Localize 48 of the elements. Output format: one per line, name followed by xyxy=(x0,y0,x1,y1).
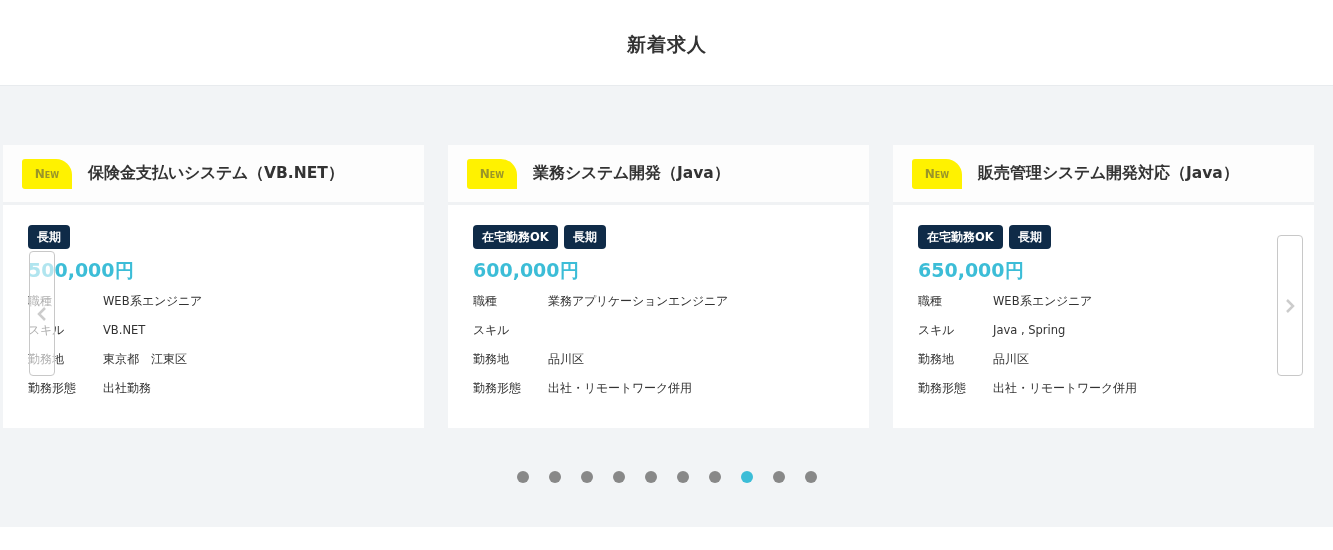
carousel-dot[interactable] xyxy=(612,471,625,483)
salary: 500,000円 xyxy=(28,258,135,283)
detail-value: 出社・リモートワーク併用 xyxy=(993,381,1137,396)
carousel-dot[interactable] xyxy=(548,471,561,483)
job-tag: 長期 xyxy=(563,225,606,249)
job-title[interactable]: 保険金支払いシステム（VB.NET） xyxy=(88,163,344,184)
carousel-dot[interactable] xyxy=(804,471,817,483)
detail-value: 品川区 xyxy=(993,352,1029,367)
detail-value: 出社勤務 xyxy=(103,381,151,396)
detail-label: スキル xyxy=(918,323,955,338)
detail-value: WEB系エンジニア xyxy=(103,294,202,309)
detail-label: 職種 xyxy=(473,294,498,309)
detail-value: WEB系エンジニア xyxy=(993,294,1092,309)
detail-label: 勤務形態 xyxy=(918,381,967,396)
detail-value: 出社・リモートワーク併用 xyxy=(548,381,692,396)
detail-value: VB.NET xyxy=(103,323,146,337)
salary: 650,000円 xyxy=(918,258,1025,283)
new-badge: New xyxy=(467,158,517,189)
detail-label: 職種 xyxy=(918,294,943,309)
carousel-dot[interactable] xyxy=(708,471,721,483)
chevron-right-icon xyxy=(1285,297,1295,314)
job-tag: 在宅勤務OK xyxy=(473,225,558,249)
detail-value: 業務アプリケーションエンジニア xyxy=(548,294,728,309)
detail-value: 品川区 xyxy=(548,352,584,367)
carousel-dot[interactable] xyxy=(772,471,785,483)
carousel-dot[interactable] xyxy=(644,471,657,483)
job-tag: 在宅勤務OK xyxy=(918,225,1003,249)
carousel-dot[interactable] xyxy=(740,471,753,483)
job-tag: 長期 xyxy=(1008,225,1051,249)
section-title: 新着求人 xyxy=(626,31,707,57)
detail-label: 勤務地 xyxy=(918,352,955,367)
chevron-left-icon xyxy=(37,305,47,322)
job-title[interactable]: 業務システム開発（Java） xyxy=(533,163,730,184)
new-badge: New xyxy=(22,158,72,189)
carousel-dot[interactable] xyxy=(676,471,689,483)
carousel-dot[interactable] xyxy=(580,471,593,483)
detail-label: スキル xyxy=(473,323,510,338)
new-badge: New xyxy=(912,158,962,189)
detail-value: Java , Spring xyxy=(993,323,1066,337)
detail-label: 勤務形態 xyxy=(473,381,522,396)
job-title[interactable]: 販売管理システム開発対応（Java） xyxy=(978,163,1239,184)
detail-value: 東京都 江東区 xyxy=(103,352,187,367)
detail-label: 勤務地 xyxy=(473,352,510,367)
detail-label: 勤務形態 xyxy=(28,381,77,396)
carousel-dot[interactable] xyxy=(516,471,529,483)
next-button[interactable] xyxy=(1277,235,1303,376)
job-tag: 長期 xyxy=(28,225,70,249)
salary: 600,000円 xyxy=(473,258,580,283)
